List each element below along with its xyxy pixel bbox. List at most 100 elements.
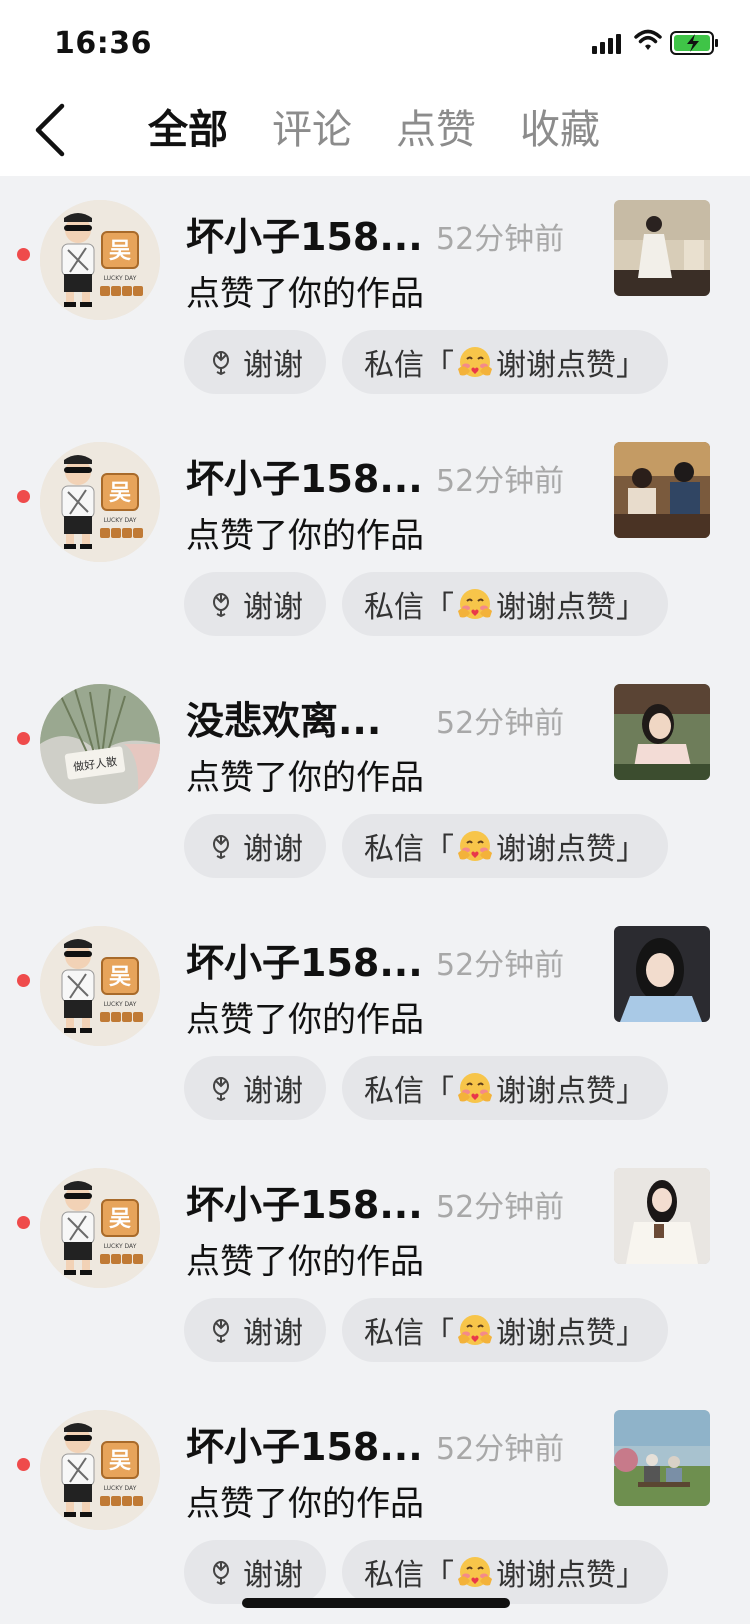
flower-icon (212, 350, 230, 376)
dm-prefix: 私信「 (364, 832, 454, 867)
avatar[interactable]: 做好人散 (40, 684, 160, 804)
username[interactable]: 坏小子158... (186, 1416, 423, 1471)
timestamp: 52分钟前 (436, 222, 565, 257)
thanks-button[interactable]: 谢谢 (184, 814, 326, 878)
hug-emoji-icon (458, 1315, 492, 1345)
notification-item[interactable]: 吴 LUCKY DAY 坏小子158... 52分钟前 点赞了你的作品 谢谢 私信… (0, 1144, 750, 1386)
dm-prefix: 私信「 (364, 1558, 454, 1593)
dm-prefix: 私信「 (364, 590, 454, 625)
avatar-badge-char: 吴 (109, 965, 131, 990)
post-thumbnail[interactable] (614, 1410, 710, 1506)
battery-charging-icon (670, 31, 718, 55)
hug-emoji-icon (458, 1073, 492, 1103)
status-bar: 16:36 (0, 0, 750, 90)
notification-item[interactable]: 做好人散 没悲欢离... 52分钟前 点赞了你的作品 谢谢 私信「 谢谢点赞」 (0, 660, 750, 902)
post-thumbnail[interactable] (614, 926, 710, 1022)
dm-thanks-button[interactable]: 私信「 谢谢点赞」 (342, 814, 668, 878)
dm-prefix: 私信「 (364, 1074, 454, 1109)
dm-suffix: 谢谢点赞」 (496, 348, 646, 383)
avatar[interactable]: 吴 LUCKY DAY (40, 926, 160, 1046)
flower-icon (212, 834, 230, 860)
action-text: 点赞了你的作品 (186, 1242, 424, 1282)
thanks-button[interactable]: 谢谢 (184, 1298, 326, 1362)
avatar[interactable]: 吴 LUCKY DAY (40, 200, 160, 320)
action-text: 点赞了你的作品 (186, 274, 424, 314)
avatar[interactable]: 吴 LUCKY DAY (40, 1410, 160, 1530)
notification-item[interactable]: 吴 LUCKY DAY 坏小子158... 52分钟前 点赞了你的作品 谢谢 私信… (0, 176, 750, 418)
flower-icon (212, 1560, 230, 1586)
dm-thanks-button[interactable]: 私信「 谢谢点赞」 (342, 330, 668, 394)
dm-thanks-button[interactable]: 私信「 谢谢点赞」 (342, 1540, 668, 1604)
avatar-badge-tagline: LUCKY DAY (104, 1485, 137, 1492)
unread-dot (17, 1216, 30, 1229)
timestamp: 52分钟前 (436, 1190, 565, 1225)
avatar-badge-char: 吴 (109, 239, 131, 264)
dm-prefix: 私信「 (364, 1316, 454, 1351)
avatar-badge-char: 吴 (109, 481, 131, 506)
dm-thanks-button[interactable]: 私信「 谢谢点赞」 (342, 1298, 668, 1362)
unread-dot (17, 490, 30, 503)
status-time: 16:36 (54, 26, 152, 61)
action-text: 点赞了你的作品 (186, 1484, 424, 1524)
username[interactable]: 没悲欢离... (186, 690, 381, 745)
hug-emoji-icon (458, 589, 492, 619)
thanks-label: 谢谢 (243, 1558, 303, 1593)
avatar[interactable]: 吴 LUCKY DAY (40, 1168, 160, 1288)
action-text: 点赞了你的作品 (186, 1000, 424, 1040)
thanks-label: 谢谢 (243, 832, 303, 867)
avatar-badge-tagline: LUCKY DAY (104, 1243, 137, 1250)
notifications-page: 16:36 全部 评论 点赞 收藏 吴 LUCKY DAY 坏小子158... … (0, 0, 750, 1624)
unread-dot (17, 248, 30, 261)
thanks-label: 谢谢 (243, 1074, 303, 1109)
tab-bar: 全部 评论 点赞 收藏 (148, 102, 644, 162)
thanks-button[interactable]: 谢谢 (184, 572, 326, 636)
post-thumbnail[interactable] (614, 684, 710, 780)
post-thumbnail[interactable] (614, 1168, 710, 1264)
dm-suffix: 谢谢点赞」 (496, 832, 646, 867)
notification-item[interactable]: 吴 LUCKY DAY 坏小子158... 52分钟前 点赞了你的作品 谢谢 私信… (0, 418, 750, 660)
thanks-button[interactable]: 谢谢 (184, 330, 326, 394)
tab-favorites[interactable]: 收藏 (520, 102, 600, 162)
notification-item[interactable]: 吴 LUCKY DAY 坏小子158... 52分钟前 点赞了你的作品 谢谢 私信… (0, 1386, 750, 1624)
back-button[interactable] (28, 98, 78, 162)
action-text: 点赞了你的作品 (186, 516, 424, 556)
post-thumbnail[interactable] (614, 200, 710, 296)
tab-all[interactable]: 全部 (148, 102, 228, 162)
hug-emoji-icon (458, 831, 492, 861)
avatar-badge-tagline: LUCKY DAY (104, 517, 137, 524)
timestamp: 52分钟前 (436, 464, 565, 499)
thanks-button[interactable]: 谢谢 (184, 1056, 326, 1120)
thanks-label: 谢谢 (243, 590, 303, 625)
username[interactable]: 坏小子158... (186, 206, 423, 261)
thanks-label: 谢谢 (243, 1316, 303, 1351)
avatar-badge-tagline: LUCKY DAY (104, 1001, 137, 1008)
flower-icon (212, 1076, 230, 1102)
avatar[interactable]: 吴 LUCKY DAY (40, 442, 160, 562)
username[interactable]: 坏小子158... (186, 932, 423, 987)
dm-thanks-button[interactable]: 私信「 谢谢点赞」 (342, 1056, 668, 1120)
avatar-badge-tagline: LUCKY DAY (104, 275, 137, 282)
dm-suffix: 谢谢点赞」 (496, 1074, 646, 1109)
tab-likes[interactable]: 点赞 (396, 102, 476, 162)
username[interactable]: 坏小子158... (186, 448, 423, 503)
notification-item[interactable]: 吴 LUCKY DAY 坏小子158... 52分钟前 点赞了你的作品 谢谢 私信… (0, 902, 750, 1144)
hug-emoji-icon (458, 1557, 492, 1587)
wifi-icon (634, 29, 662, 50)
notification-list: 吴 LUCKY DAY 坏小子158... 52分钟前 点赞了你的作品 谢谢 私信… (0, 176, 750, 1624)
dm-thanks-button[interactable]: 私信「 谢谢点赞」 (342, 572, 668, 636)
tab-comments[interactable]: 评论 (272, 102, 352, 162)
unread-dot (17, 1458, 30, 1471)
timestamp: 52分钟前 (436, 706, 565, 741)
hug-emoji-icon (458, 347, 492, 377)
post-thumbnail[interactable] (614, 442, 710, 538)
dm-prefix: 私信「 (364, 348, 454, 383)
timestamp: 52分钟前 (436, 948, 565, 983)
avatar-badge-char: 吴 (109, 1449, 131, 1474)
unread-dot (17, 732, 30, 745)
username[interactable]: 坏小子158... (186, 1174, 423, 1229)
unread-dot (17, 974, 30, 987)
action-text: 点赞了你的作品 (186, 758, 424, 798)
thanks-button[interactable]: 谢谢 (184, 1540, 326, 1604)
flower-icon (212, 592, 230, 618)
avatar-badge-char: 吴 (109, 1207, 131, 1232)
